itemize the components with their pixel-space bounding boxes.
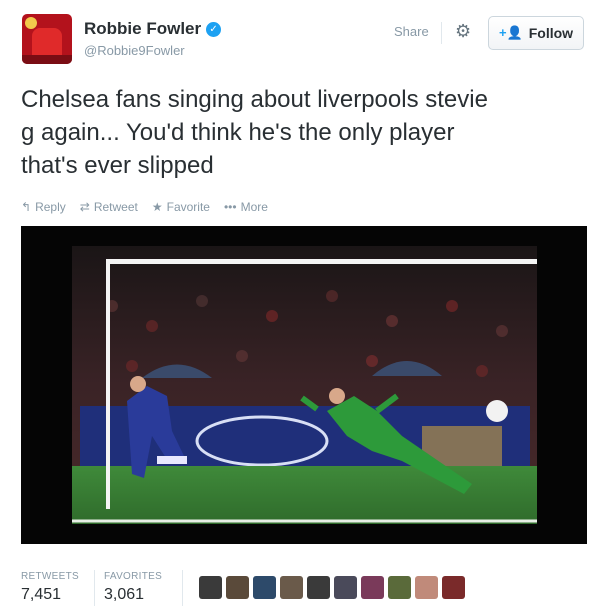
tweet-line: that's ever slipped xyxy=(21,152,214,179)
favorites-stat[interactable]: FAVORITES 3,061 xyxy=(104,571,162,604)
favoriter-avatars xyxy=(199,576,465,599)
retweets-count: 7,451 xyxy=(21,586,62,603)
favoriter-avatar[interactable] xyxy=(226,576,249,599)
add-user-icon: +👤 xyxy=(498,25,523,40)
retweet-label: Retweet xyxy=(93,200,138,214)
more-button[interactable]: ••• More xyxy=(224,200,268,214)
more-label: More xyxy=(240,200,268,214)
retweet-icon: ⇄ xyxy=(79,200,90,214)
avatar-badge xyxy=(25,17,37,29)
follow-label: Follow xyxy=(528,25,574,41)
reply-icon: ↰ xyxy=(21,200,32,214)
favoriter-avatar[interactable] xyxy=(361,576,384,599)
favorites-label: FAVORITES xyxy=(104,571,163,582)
favoriter-avatar[interactable] xyxy=(280,576,303,599)
favoriter-avatar[interactable] xyxy=(415,576,438,599)
header-divider xyxy=(441,22,442,44)
reply-label: Reply xyxy=(35,200,66,214)
name-row: Robbie Fowler ✓ xyxy=(84,19,222,39)
verified-badge-icon: ✓ xyxy=(206,21,222,37)
favoriter-avatar[interactable] xyxy=(307,576,330,599)
favoriter-avatar[interactable] xyxy=(253,576,276,599)
gear-icon[interactable]: ⚙ xyxy=(455,21,471,42)
display-name[interactable]: Robbie Fowler xyxy=(84,19,201,39)
tweet-actions: ↰ Reply ⇄ Retweet ★ Favorite ••• More xyxy=(21,200,268,214)
retweets-label: RETWEETS xyxy=(21,571,79,582)
reply-button[interactable]: ↰ Reply xyxy=(21,200,66,214)
favorite-button[interactable]: ★ Favorite xyxy=(152,200,210,214)
favoriter-avatar[interactable] xyxy=(334,576,357,599)
retweet-button[interactable]: ⇄ Retweet xyxy=(80,200,138,214)
retweets-stat[interactable]: RETWEETS 7,451 xyxy=(21,571,79,604)
avatar-strip xyxy=(22,55,72,64)
share-button[interactable]: Share xyxy=(394,24,429,39)
stat-divider xyxy=(94,570,95,606)
follow-button[interactable]: +👤 Follow xyxy=(488,16,584,50)
more-icon: ••• xyxy=(223,200,237,214)
penalty-photo xyxy=(72,246,537,524)
favorite-label: Favorite xyxy=(166,200,210,214)
favoriter-avatar[interactable] xyxy=(388,576,411,599)
favoriter-avatar[interactable] xyxy=(199,576,222,599)
tweet-media[interactable] xyxy=(21,226,587,544)
stat-divider xyxy=(182,570,183,606)
tweet-line: Chelsea fans singing about liverpools st… xyxy=(21,86,488,113)
avatar-shirt xyxy=(32,28,62,58)
favorites-count: 3,061 xyxy=(104,586,145,603)
favoriter-avatar[interactable] xyxy=(442,576,465,599)
tweet-line: g again... You'd think he's the only pla… xyxy=(21,119,455,146)
tweet-text: Chelsea fans singing about liverpools st… xyxy=(21,83,591,182)
user-handle[interactable]: @Robbie9Fowler xyxy=(84,43,185,58)
star-icon: ★ xyxy=(151,200,163,214)
avatar[interactable] xyxy=(22,14,72,64)
